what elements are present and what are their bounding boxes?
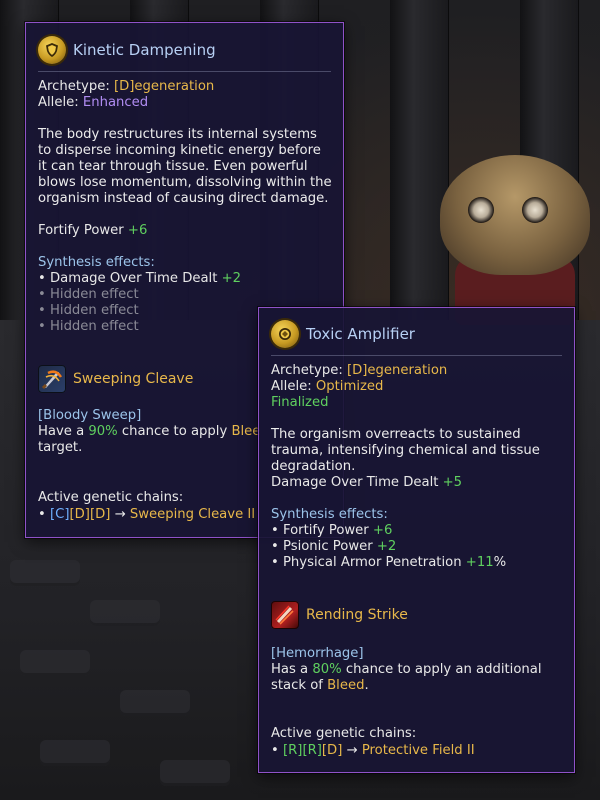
sweep-icon xyxy=(38,365,66,393)
synthesis-heading: Synthesis effects: xyxy=(38,255,155,270)
synthesis-heading: Synthesis effects: xyxy=(271,507,388,522)
allele-line: Allele: Enhanced xyxy=(38,95,149,110)
tooltip-title: Toxic Amplifier xyxy=(306,325,415,343)
floor-tile xyxy=(40,740,110,766)
allele-line: Allele: Optimized xyxy=(271,379,384,394)
archetype-line: Archetype: [D]egeneration xyxy=(271,363,448,378)
genetic-chain: • [C][D][D] → Sweeping Cleave II xyxy=(38,507,256,522)
skill-desc-line: target. xyxy=(38,440,83,455)
gene-description: The organism overreacts to sustained tra… xyxy=(271,427,540,474)
tooltip-header: Toxic Amplifier xyxy=(271,320,415,348)
skeleton-enemy xyxy=(440,155,590,275)
floor-tile xyxy=(120,690,190,716)
floor-tile xyxy=(90,600,160,626)
stone-pillar xyxy=(390,0,449,330)
synthesis-item-hidden: • Hidden effect xyxy=(38,319,139,334)
allele-value: Enhanced xyxy=(82,95,149,110)
synthesis-item: • Damage Over Time Dealt +2 xyxy=(38,271,242,286)
skull-eye xyxy=(522,197,548,223)
skill-desc-line: stack of Bleed. xyxy=(271,678,369,693)
synthesis-item: • Physical Armor Penetration +11% xyxy=(271,555,507,570)
shield-icon xyxy=(38,36,66,64)
synthesis-item-hidden: • Hidden effect xyxy=(38,287,139,302)
stat-line: Damage Over Time Dealt +5 xyxy=(271,475,463,490)
synthesis-item: • Psionic Power +2 xyxy=(271,539,397,554)
skill-desc-line: Has a 80% chance to apply an additional xyxy=(271,662,542,677)
status-finalized: Finalized xyxy=(271,395,329,410)
floor-tile xyxy=(20,650,90,676)
synthesis-item-hidden: • Hidden effect xyxy=(38,303,139,318)
rending-icon xyxy=(271,601,299,629)
tooltip-toxic-amplifier: Toxic Amplifier Archetype: [D]egeneratio… xyxy=(258,307,575,773)
genetic-chain: • [R][R][D] → Protective Field II xyxy=(271,743,475,758)
tooltip-header: Kinetic Dampening xyxy=(38,36,216,64)
skill-header: Rending Strike xyxy=(271,601,408,629)
allele-value: Optimized xyxy=(315,379,384,394)
skill-header: Sweeping Cleave xyxy=(38,365,193,393)
tooltip-title: Kinetic Dampening xyxy=(73,41,216,59)
skill-tag: [Bloody Sweep] xyxy=(38,408,142,423)
skill-tag: [Hemorrhage] xyxy=(271,646,364,661)
floor-tile xyxy=(10,560,80,586)
skill-name: Sweeping Cleave xyxy=(73,371,194,387)
gene-description: The body restructures its internal syste… xyxy=(38,127,332,206)
shield-icon xyxy=(271,320,299,348)
stat-line: Fortify Power +6 xyxy=(38,223,148,238)
skull-eye xyxy=(468,197,494,223)
archetype-value: [D]egeneration xyxy=(113,79,215,94)
skill-name: Rending Strike xyxy=(306,607,408,623)
synthesis-item: • Fortify Power +6 xyxy=(271,523,393,538)
floor-tile xyxy=(160,760,230,786)
title-divider xyxy=(271,355,562,356)
title-divider xyxy=(38,71,331,72)
archetype-line: Archetype: [D]egeneration xyxy=(38,79,215,94)
chains-heading: Active genetic chains: xyxy=(38,490,184,505)
chains-heading: Active genetic chains: xyxy=(271,726,417,741)
skill-desc-line: Have a 90% chance to apply Blee xyxy=(38,424,261,439)
archetype-value: [D]egeneration xyxy=(346,363,448,378)
